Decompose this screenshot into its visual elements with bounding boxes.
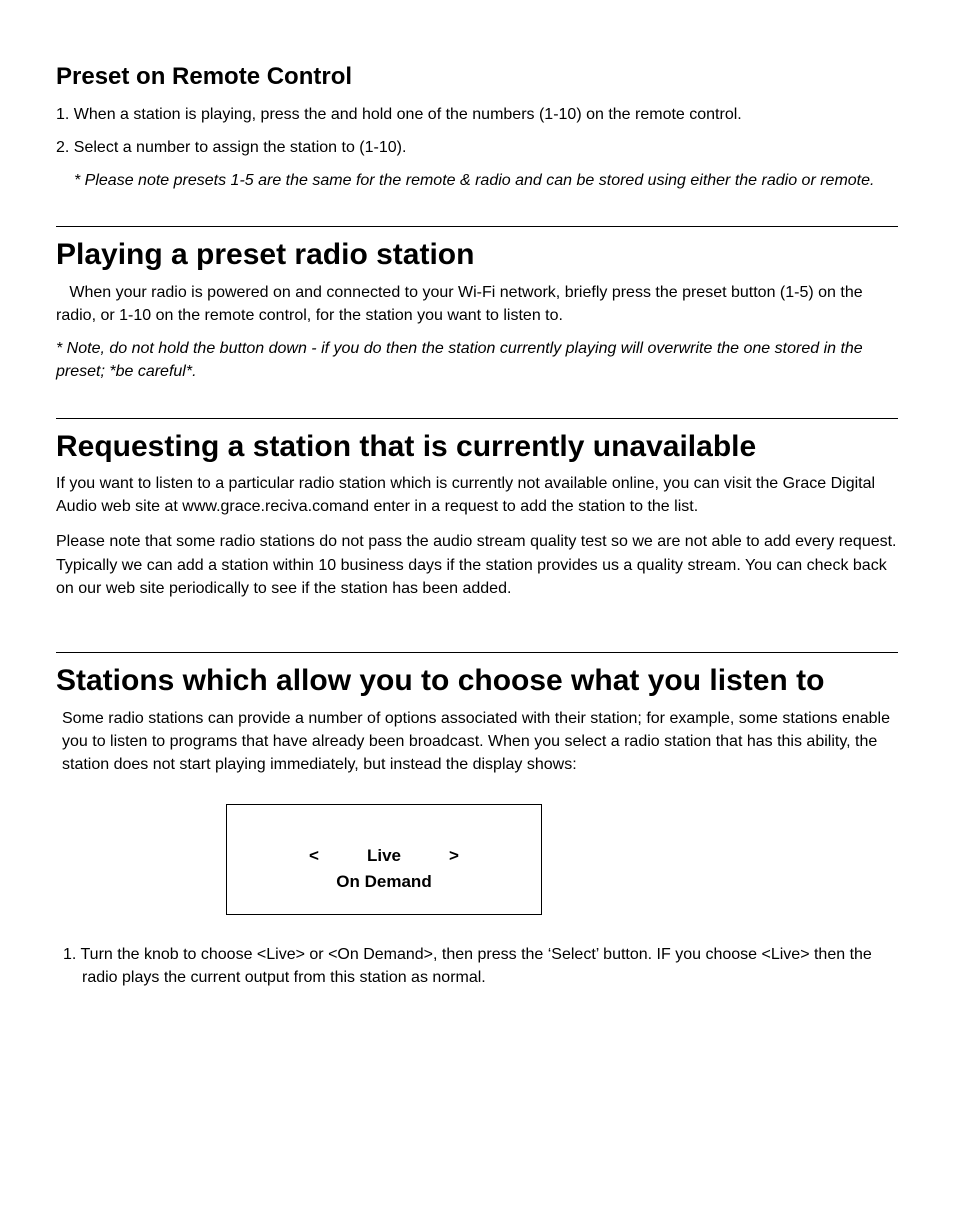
section-divider xyxy=(56,418,898,419)
display-option-on-demand: On Demand xyxy=(245,869,523,895)
display-left-chevron: < xyxy=(309,843,319,869)
body-text: Please note that some radio stations do … xyxy=(56,530,898,600)
list-item: 1. When a station is playing, press the … xyxy=(56,103,898,126)
section-divider xyxy=(56,652,898,653)
section-heading-requesting-station: Requesting a station that is currently u… xyxy=(56,425,898,469)
section-heading-playing-preset: Playing a preset radio station xyxy=(56,233,898,277)
section-divider xyxy=(56,226,898,227)
list-item: 1. Turn the knob to choose <Live> or <On… xyxy=(56,943,898,989)
body-text: When your radio is powered on and connec… xyxy=(56,281,898,327)
list-item: 2. Select a number to assign the station… xyxy=(56,136,898,159)
display-option-live: Live xyxy=(367,843,401,869)
section-heading-preset-remote: Preset on Remote Control xyxy=(56,60,898,95)
section-heading-stations-choose: Stations which allow you to choose what … xyxy=(56,659,898,703)
display-box: < Live > On Demand xyxy=(226,804,542,915)
body-text: Some radio stations can provide a number… xyxy=(62,707,898,777)
body-text: If you want to listen to a particular ra… xyxy=(56,472,898,518)
display-right-chevron: > xyxy=(449,843,459,869)
note-text: * Note, do not hold the button down - if… xyxy=(56,337,898,383)
note-text: * Please note presets 1-5 are the same f… xyxy=(74,169,898,192)
